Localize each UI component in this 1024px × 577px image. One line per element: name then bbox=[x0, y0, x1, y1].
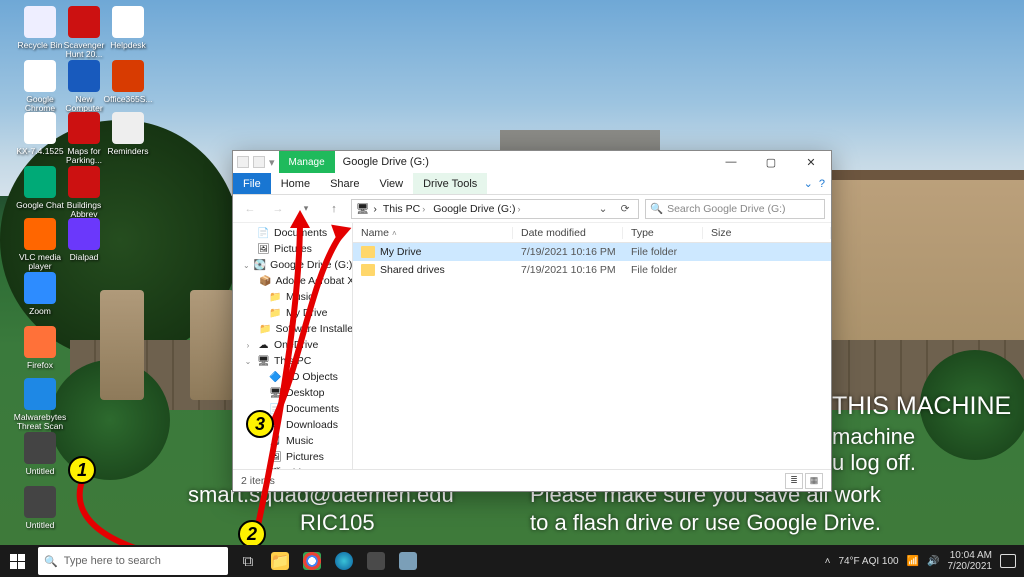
wallpaper-room: RIC105 bbox=[300, 510, 375, 536]
tab-file[interactable]: File bbox=[233, 173, 271, 194]
task-view-button[interactable]: ⧉ bbox=[232, 545, 264, 577]
nav-item[interactable]: 📁Software Installers bbox=[233, 321, 352, 337]
desktop-icon[interactable]: Firefox bbox=[12, 326, 68, 370]
nav-item[interactable]: ›☁OneDrive bbox=[233, 337, 352, 353]
callout-1: 1 bbox=[68, 456, 96, 484]
action-center-icon[interactable] bbox=[1000, 554, 1016, 568]
col-size[interactable]: Size bbox=[703, 227, 831, 239]
taskbar-edge[interactable] bbox=[328, 545, 360, 577]
close-button[interactable]: ✕ bbox=[791, 151, 831, 173]
windows-logo-icon bbox=[10, 554, 25, 569]
status-bar: 2 items ≣ ▦ bbox=[233, 469, 831, 491]
desktop-icon[interactable]: Dialpad bbox=[56, 218, 112, 262]
tray-chevron-up-icon[interactable]: ˄ bbox=[825, 556, 831, 567]
nav-item[interactable]: 🎵Music bbox=[233, 433, 352, 449]
col-type[interactable]: Type bbox=[623, 227, 703, 239]
search-input[interactable]: 🔍 Search Google Drive (G:) bbox=[645, 199, 825, 219]
item-count: 2 items bbox=[241, 475, 275, 487]
taskbar-app[interactable] bbox=[392, 545, 424, 577]
nav-item[interactable]: ⌄💽Google Drive (G:) bbox=[233, 257, 352, 273]
contextual-tab-label: Manage bbox=[279, 151, 335, 173]
folder-icon bbox=[361, 246, 375, 258]
qat-icon[interactable] bbox=[237, 156, 249, 168]
file-rows[interactable]: My Drive7/19/2021 10:16 PMFile folderSha… bbox=[353, 243, 831, 469]
crumb-google-drive[interactable]: Google Drive (G:)› bbox=[431, 203, 522, 215]
refresh-icon[interactable]: ⟳ bbox=[616, 203, 634, 215]
nav-item[interactable]: ⌄🖥This PC bbox=[233, 353, 352, 369]
file-list-pane: Name ˄ Date modified Type Size My Drive7… bbox=[353, 223, 831, 469]
wallpaper-line3: u log off. bbox=[832, 450, 916, 476]
view-details-icon[interactable]: ≣ bbox=[785, 473, 803, 489]
clock[interactable]: 10:04 AM7/20/2021 bbox=[948, 550, 993, 572]
address-bar: ← → ▾ ↑ 🖥› This PC› Google Drive (G:)› ⌄… bbox=[233, 195, 831, 223]
nav-item[interactable]: 📦Adobe Acrobat XI bbox=[233, 273, 352, 289]
col-name[interactable]: Name ˄ bbox=[353, 227, 513, 239]
callout-2: 2 bbox=[238, 520, 266, 548]
desktop-icon[interactable]: Untitled bbox=[12, 432, 68, 476]
col-date[interactable]: Date modified bbox=[513, 227, 623, 239]
desktop-icon[interactable]: Helpdesk bbox=[100, 6, 156, 50]
desktop-icon[interactable]: Zoom bbox=[12, 272, 68, 316]
tab-share[interactable]: Share bbox=[320, 173, 369, 194]
wallpaper-headline: THIS MACHINE bbox=[832, 392, 1011, 421]
desktop-icon[interactable]: Untitled bbox=[12, 486, 68, 530]
nav-item[interactable]: 🖥Desktop bbox=[233, 385, 352, 401]
search-icon: 🔍 bbox=[650, 202, 663, 215]
desktop-icon[interactable]: Buildings Abbrev bbox=[56, 166, 112, 220]
ribbon-tabs: File Home Share View Drive Tools ⌄ ? bbox=[233, 173, 831, 195]
search-icon: 🔍 bbox=[44, 555, 58, 568]
wallpaper-line5: to a flash drive or use Google Drive. bbox=[530, 510, 881, 536]
taskbar-file-explorer[interactable]: 📁 bbox=[264, 545, 296, 577]
tray-network-icon[interactable]: 📶 bbox=[907, 556, 919, 567]
file-row[interactable]: Shared drives7/19/2021 10:16 PMFile fold… bbox=[353, 261, 831, 279]
column-headers[interactable]: Name ˄ Date modified Type Size bbox=[353, 223, 831, 243]
nav-item[interactable]: 🖼Pictures bbox=[233, 241, 352, 257]
address-history-icon[interactable]: ⌄ bbox=[594, 203, 612, 215]
taskbar-app[interactable] bbox=[360, 545, 392, 577]
titlebar[interactable]: ▾ Manage Google Drive (G:) ― ▢ ✕ bbox=[233, 151, 831, 173]
desktop-icon[interactable]: Reminders bbox=[100, 112, 156, 156]
ribbon-expand-icon[interactable]: ⌄ bbox=[804, 173, 813, 194]
file-row[interactable]: My Drive7/19/2021 10:16 PMFile folder bbox=[353, 243, 831, 261]
weather-widget[interactable]: 74°F AQI 100 bbox=[838, 556, 898, 567]
nav-item[interactable]: 📁Music bbox=[233, 289, 352, 305]
desktop-icon[interactable]: Office365S... bbox=[100, 60, 156, 104]
folder-icon bbox=[361, 264, 375, 276]
taskbar-search-input[interactable]: 🔍 Type here to search bbox=[38, 547, 228, 575]
nav-item[interactable]: 🖼Pictures bbox=[233, 449, 352, 465]
system-tray[interactable]: ˄ 74°F AQI 100 📶 🔊 10:04 AM7/20/2021 bbox=[817, 550, 1024, 572]
taskbar-search-placeholder: Type here to search bbox=[64, 555, 161, 567]
nav-back-button[interactable]: ← bbox=[239, 198, 261, 220]
wallpaper-line2: machine bbox=[832, 424, 915, 450]
qat-icon[interactable] bbox=[253, 156, 265, 168]
minimize-button[interactable]: ― bbox=[711, 151, 751, 173]
crumb-this-pc[interactable]: This PC› bbox=[381, 203, 427, 215]
file-explorer-window[interactable]: ▾ Manage Google Drive (G:) ― ▢ ✕ File Ho… bbox=[232, 150, 832, 492]
callout-3: 3 bbox=[246, 410, 274, 438]
search-placeholder: Search Google Drive (G:) bbox=[667, 203, 785, 215]
nav-up-button[interactable]: ↑ bbox=[323, 198, 345, 220]
help-icon[interactable]: ? bbox=[819, 173, 825, 194]
nav-forward-button[interactable]: → bbox=[267, 198, 289, 220]
tab-drive-tools[interactable]: Drive Tools bbox=[413, 173, 487, 194]
breadcrumb[interactable]: 🖥› This PC› Google Drive (G:)› ⌄ ⟳ bbox=[351, 199, 639, 219]
desktop-icon[interactable]: Malwarebytes Threat Scan bbox=[12, 378, 68, 432]
nav-item[interactable]: 🔷3D Objects bbox=[233, 369, 352, 385]
view-large-icons-icon[interactable]: ▦ bbox=[805, 473, 823, 489]
tab-home[interactable]: Home bbox=[271, 173, 320, 194]
start-button[interactable] bbox=[0, 545, 34, 577]
taskbar-chrome[interactable] bbox=[296, 545, 328, 577]
nav-item[interactable]: 📁My Drive bbox=[233, 305, 352, 321]
qat-dropdown-icon[interactable]: ▾ bbox=[269, 156, 275, 169]
maximize-button[interactable]: ▢ bbox=[751, 151, 791, 173]
arrowhead-icon bbox=[290, 210, 310, 228]
window-title: Google Drive (G:) bbox=[335, 151, 437, 173]
tab-view[interactable]: View bbox=[369, 173, 413, 194]
tray-volume-icon[interactable]: 🔊 bbox=[927, 556, 939, 567]
taskbar[interactable]: 🔍 Type here to search ⧉ 📁 ˄ 74°F AQI 100… bbox=[0, 545, 1024, 577]
pc-icon: 🖥 bbox=[356, 202, 369, 215]
